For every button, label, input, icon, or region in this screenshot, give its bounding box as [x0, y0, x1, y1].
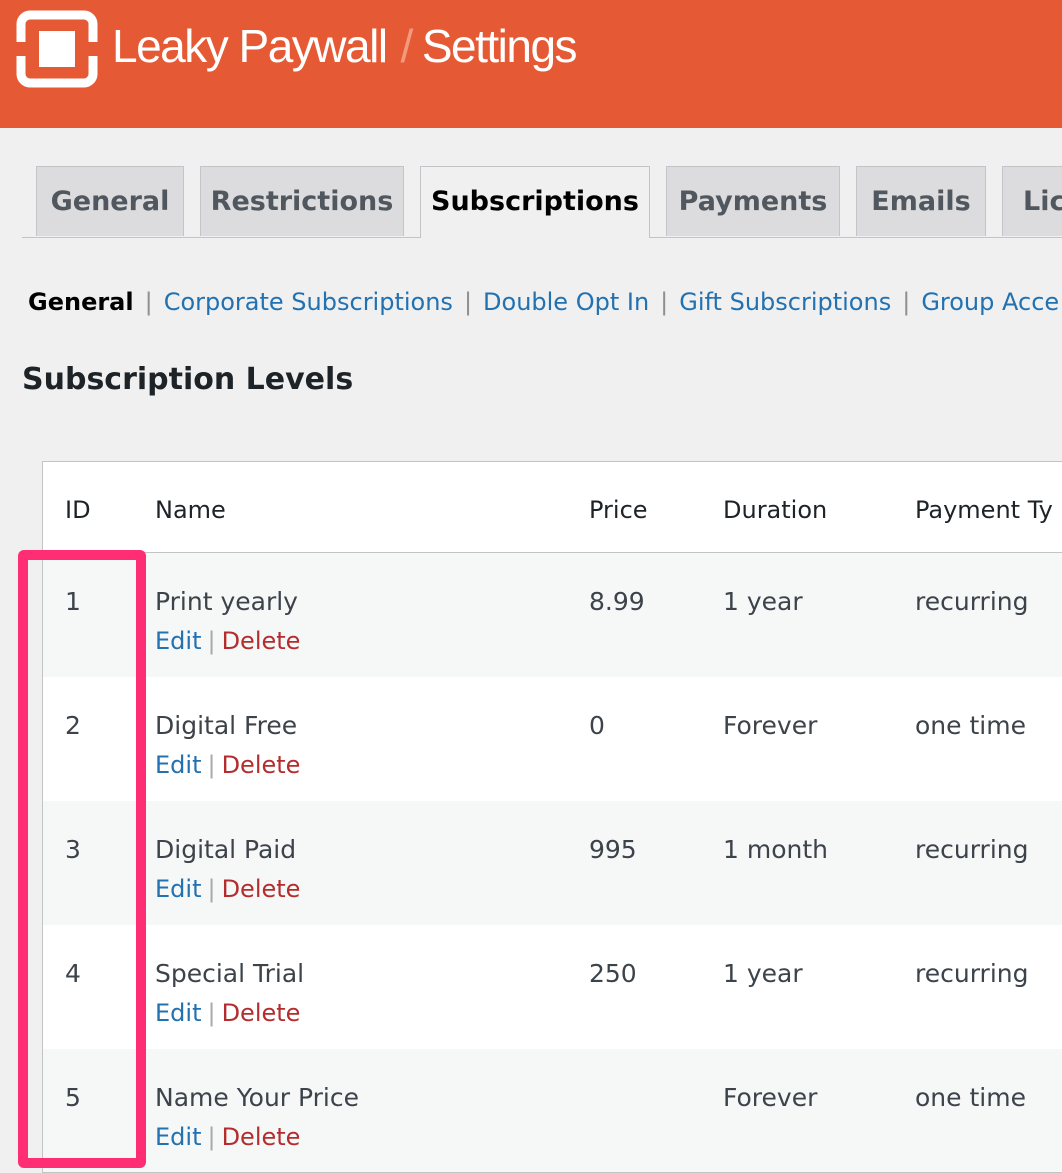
- row-name: Digital Paid: [155, 835, 297, 864]
- column-header-duration: Duration: [723, 496, 828, 524]
- row-duration: 1 month: [723, 835, 828, 864]
- row-payment-type: one time: [915, 711, 1026, 740]
- row-id: 3: [65, 835, 81, 864]
- row-duration: Forever: [723, 1083, 818, 1112]
- row-name: Digital Free: [155, 711, 298, 740]
- table-row: 2 Digital Free Edit | Delete 0 Forever one…: [43, 677, 1062, 801]
- action-separator: |: [207, 1123, 216, 1151]
- edit-link[interactable]: Edit: [155, 1123, 201, 1151]
- subnav-corporate-subscriptions[interactable]: Corporate Subscriptions: [164, 288, 453, 316]
- row-actions: Edit | Delete: [155, 999, 300, 1027]
- tab-payments[interactable]: Payments: [666, 166, 840, 236]
- edit-link[interactable]: Edit: [155, 751, 201, 779]
- delete-link[interactable]: Delete: [222, 751, 301, 779]
- table-row: 5 Name Your Price Edit | Delete Forever on…: [43, 1049, 1062, 1172]
- row-price: 250: [589, 959, 637, 988]
- row-payment-type: recurring: [915, 835, 1029, 864]
- settings-tabs: General Restrictions Subscriptions Payme…: [22, 166, 1062, 238]
- tab-licenses[interactable]: Lic: [1002, 166, 1062, 236]
- edit-link[interactable]: Edit: [155, 875, 201, 903]
- row-id: 1: [65, 587, 81, 616]
- subnav-separator: |: [144, 288, 153, 316]
- delete-link[interactable]: Delete: [222, 1123, 301, 1151]
- row-actions: Edit | Delete: [155, 1123, 300, 1151]
- row-id: 2: [65, 711, 81, 740]
- row-actions: Edit | Delete: [155, 627, 300, 655]
- action-separator: |: [207, 999, 216, 1027]
- row-price: 995: [589, 835, 637, 864]
- page-title: Settings: [421, 20, 578, 72]
- admin-header: Leaky Paywall / Settings: [0, 0, 1062, 128]
- section-title: Subscription Levels: [22, 362, 354, 397]
- leaky-paywall-logo-icon: [14, 10, 100, 88]
- subnav-separator: |: [660, 288, 669, 316]
- edit-link[interactable]: Edit: [155, 999, 201, 1027]
- row-duration: Forever: [723, 711, 818, 740]
- row-name: Print yearly: [155, 587, 298, 616]
- row-price: 8.99: [589, 587, 645, 616]
- subnav-gift-subscriptions[interactable]: Gift Subscriptions: [679, 288, 891, 316]
- action-separator: |: [207, 875, 216, 903]
- brand-title: Leaky Paywall / Settings: [112, 16, 578, 76]
- table-row: 1 Print yearly Edit | Delete 8.99 1 year r…: [43, 553, 1062, 677]
- row-duration: 1 year: [723, 959, 803, 988]
- row-duration: 1 year: [723, 587, 803, 616]
- table-header: ID Name Price Duration Payment Ty: [43, 462, 1062, 553]
- row-payment-type: recurring: [915, 959, 1029, 988]
- subnav-separator: |: [902, 288, 911, 316]
- row-price: 0: [589, 711, 605, 740]
- subnav-separator: |: [463, 288, 473, 316]
- action-separator: |: [207, 627, 216, 655]
- column-header-name: Name: [155, 496, 226, 524]
- row-actions: Edit | Delete: [155, 751, 300, 779]
- sub-navigation: General | Corporate Subscriptions | Double O…: [28, 284, 1059, 320]
- brand-name: Leaky Paywall: [112, 20, 388, 72]
- subnav-double-opt-in[interactable]: Double Opt In: [483, 288, 649, 316]
- tab-restrictions[interactable]: Restrictions: [200, 166, 404, 236]
- brand-separator: /: [400, 20, 414, 72]
- row-id: 4: [65, 959, 81, 988]
- delete-link[interactable]: Delete: [222, 627, 301, 655]
- subscription-levels-table: ID Name Price Duration Payment Ty 1 Prin…: [42, 461, 1062, 1173]
- table-row: 4 Special Trial Edit | Delete 250 1 year r…: [43, 925, 1062, 1049]
- row-name: Name Your Price: [155, 1083, 360, 1112]
- subnav-general[interactable]: General: [28, 288, 134, 316]
- column-header-id: ID: [65, 496, 91, 524]
- tab-general[interactable]: General: [36, 166, 184, 236]
- column-header-price: Price: [589, 496, 648, 524]
- subnav-group-access[interactable]: Group Acce: [921, 288, 1059, 316]
- column-header-payment-type: Payment Ty: [915, 496, 1053, 524]
- row-actions: Edit | Delete: [155, 875, 300, 903]
- edit-link[interactable]: Edit: [155, 627, 201, 655]
- action-separator: |: [207, 751, 216, 779]
- tab-emails[interactable]: Emails: [856, 166, 986, 236]
- row-payment-type: recurring: [915, 587, 1029, 616]
- delete-link[interactable]: Delete: [222, 875, 301, 903]
- row-id: 5: [65, 1083, 81, 1112]
- row-payment-type: one time: [915, 1083, 1026, 1112]
- row-name: Special Trial: [155, 959, 305, 988]
- tab-subscriptions[interactable]: Subscriptions: [420, 166, 650, 238]
- table-row: 3 Digital Paid Edit | Delete 995 1 month r…: [43, 801, 1062, 925]
- delete-link[interactable]: Delete: [222, 999, 301, 1027]
